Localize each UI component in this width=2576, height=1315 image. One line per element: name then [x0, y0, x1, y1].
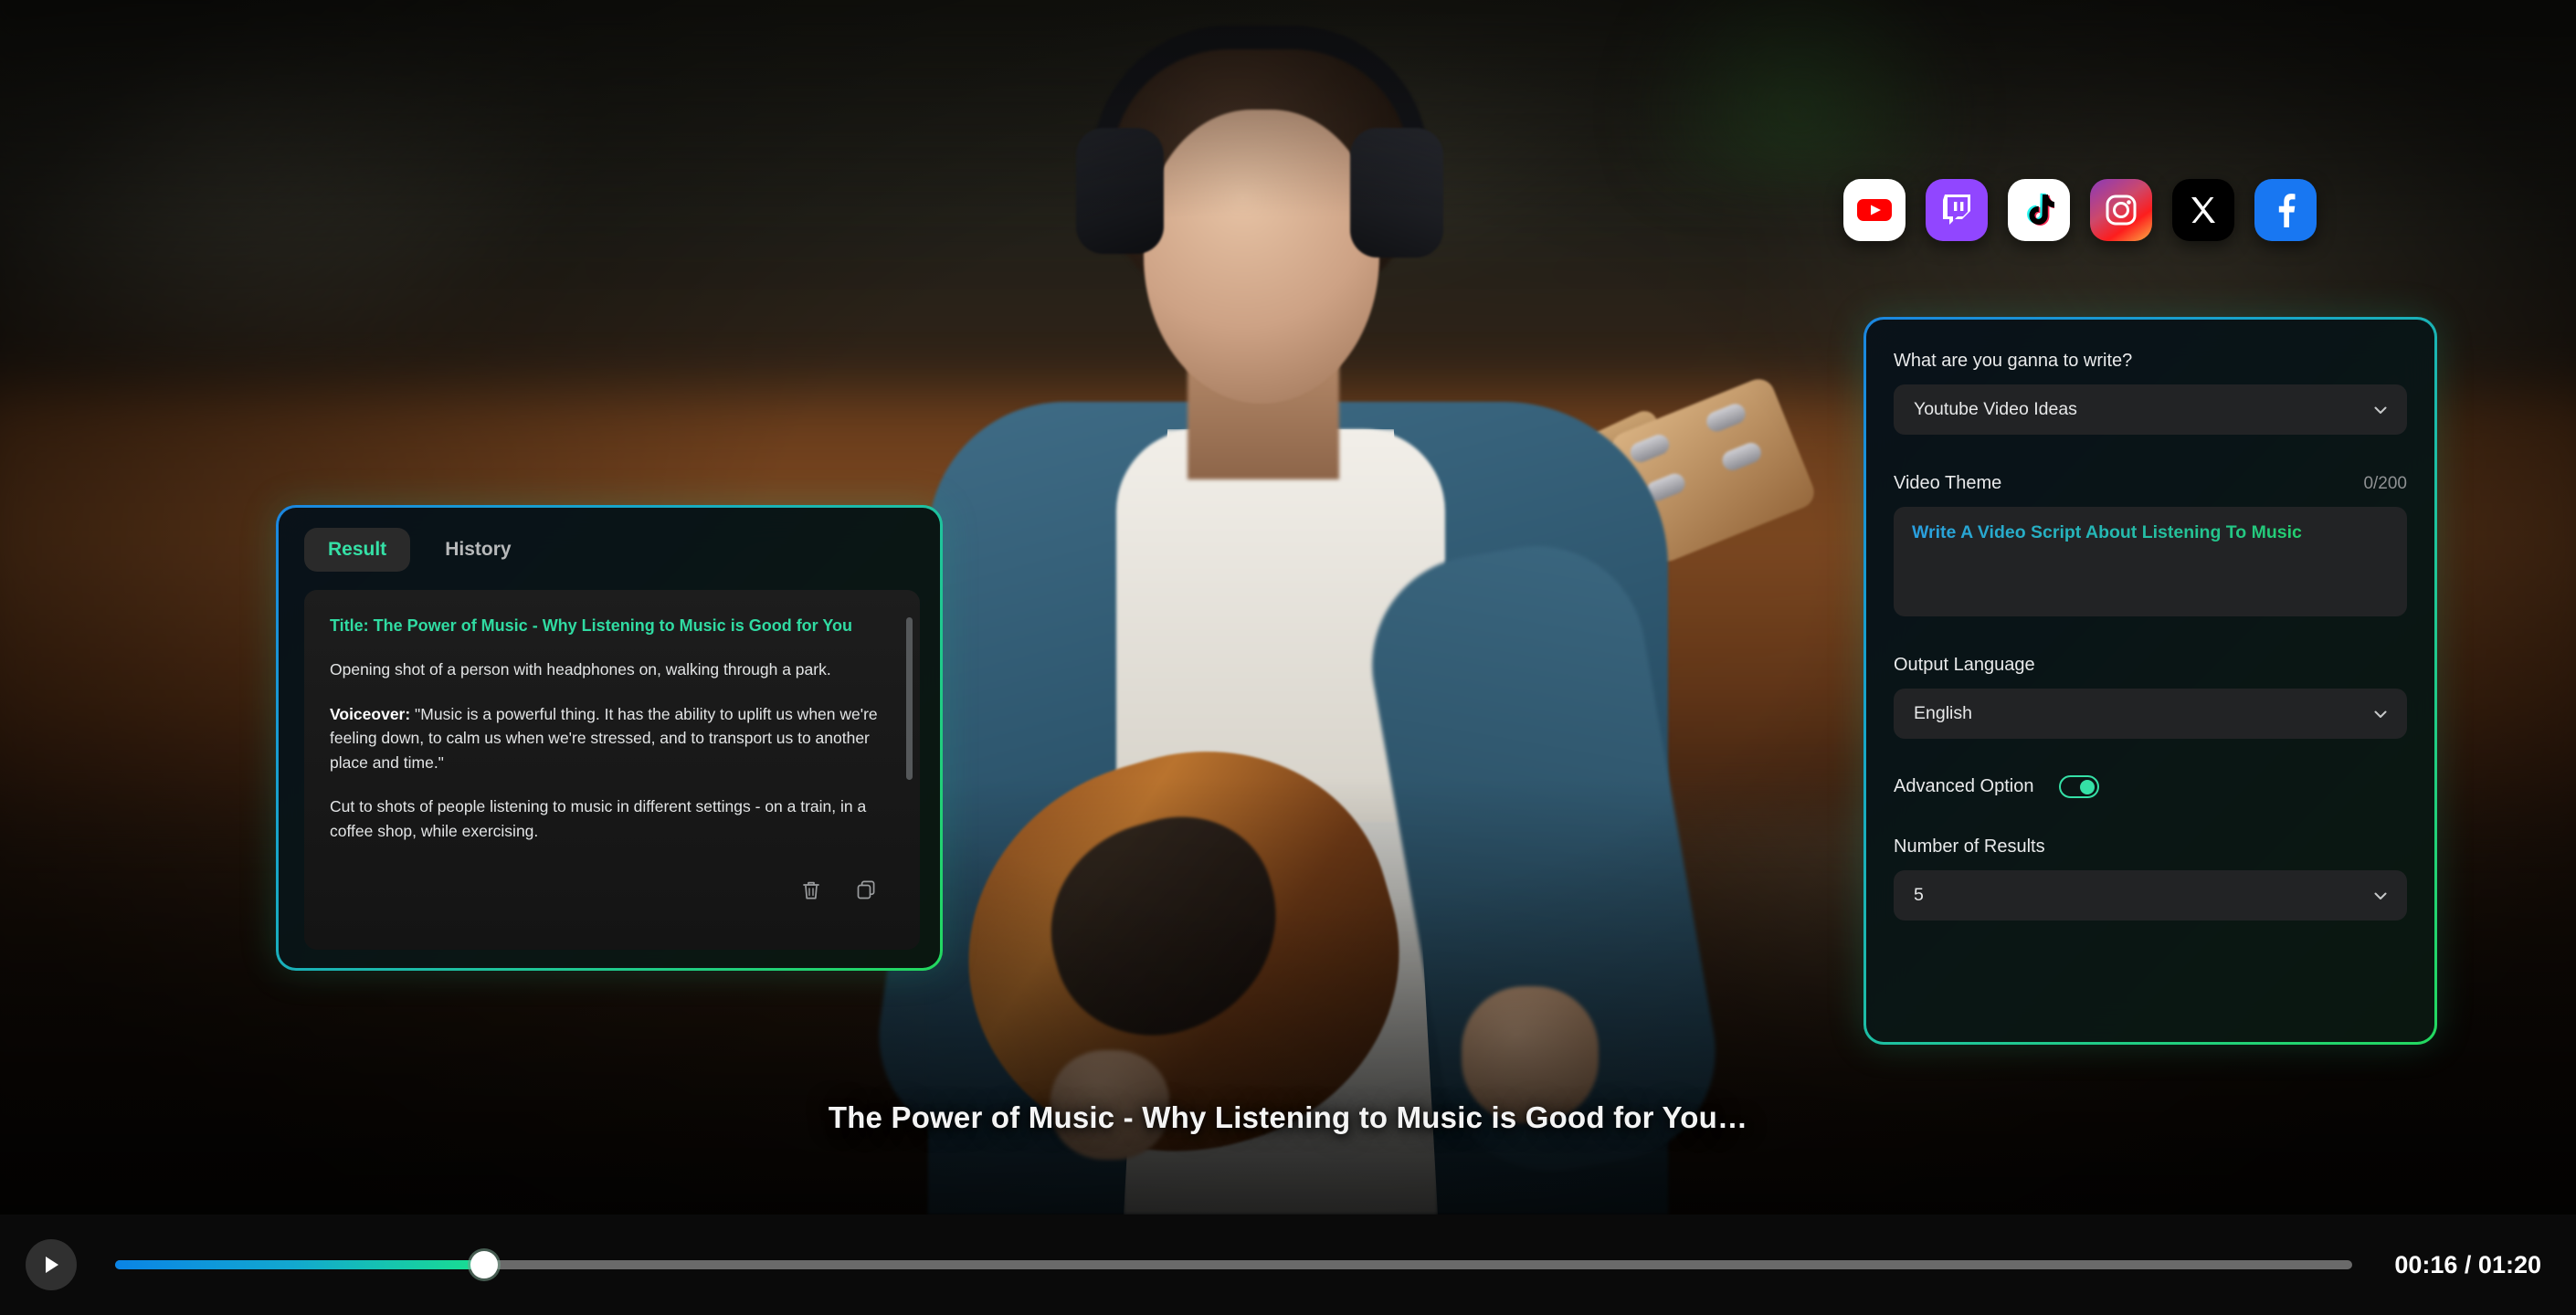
video-theme-label: Video Theme: [1894, 473, 2002, 493]
chevron-down-icon: [2372, 888, 2389, 904]
voiceover-text: "Music is a powerful thing. It has the a…: [330, 704, 878, 772]
facebook-icon[interactable]: [2254, 179, 2317, 241]
video-theme-counter: 0/200: [2363, 474, 2407, 493]
tiktok-icon[interactable]: [2008, 179, 2070, 241]
form-body: What are you ganna to write? Youtube Vid…: [1866, 320, 2434, 1042]
play-button[interactable]: [26, 1239, 77, 1290]
video-time-display: 00:16 / 01:20: [2394, 1250, 2541, 1278]
result-tabs: Result History: [304, 528, 535, 572]
result-title: Title: The Power of Music - Why Listenin…: [330, 616, 853, 635]
social-platform-row: [1843, 179, 2317, 241]
video-progress-thumb[interactable]: [470, 1251, 499, 1278]
instagram-icon[interactable]: [2090, 179, 2152, 241]
video-player-controls: 00:16 / 01:20: [0, 1215, 2576, 1315]
write-type-value: Youtube Video Ideas: [1914, 399, 2077, 419]
copy-icon[interactable]: [854, 878, 878, 902]
output-language-value: English: [1914, 703, 1972, 723]
youtube-icon[interactable]: [1843, 179, 1906, 241]
result-paragraph-cut: Cut to shots of people listening to musi…: [330, 797, 867, 841]
video-theme-input[interactable]: Write A Video Script About Listening To …: [1894, 507, 2407, 616]
result-scrollbar[interactable]: [906, 617, 913, 780]
write-type-select[interactable]: Youtube Video Ideas: [1894, 384, 2407, 435]
video-progress-track[interactable]: [115, 1251, 2353, 1278]
advanced-option-toggle[interactable]: [2059, 775, 2100, 798]
toggle-knob: [2080, 779, 2096, 794]
form-panel-inner: What are you ganna to write? Youtube Vid…: [1866, 320, 2434, 1042]
video-theme-value: Write A Video Script About Listening To …: [1912, 522, 2302, 542]
voiceover-label: Voiceover:: [330, 704, 411, 723]
video-progress-fill: [115, 1260, 485, 1269]
x-twitter-icon[interactable]: [2172, 179, 2234, 241]
result-panel-inner: Result History Title: The Power of Music…: [279, 508, 940, 968]
output-language-select[interactable]: English: [1894, 689, 2407, 739]
chevron-down-icon: [2372, 402, 2389, 418]
twitch-icon[interactable]: [1926, 179, 1988, 241]
number-of-results-value: 5: [1914, 885, 1924, 905]
tab-result[interactable]: Result: [304, 528, 411, 572]
tab-history[interactable]: History: [421, 528, 534, 572]
video-caption: The Power of Music - Why Listening to Mu…: [828, 1100, 1748, 1134]
number-of-results-label: Number of Results: [1894, 836, 2045, 857]
chevron-down-icon: [2372, 706, 2389, 722]
result-paragraph-voiceover: Voiceover: "Music is a powerful thing. I…: [330, 702, 883, 775]
result-action-bar: [799, 878, 878, 902]
video-theme-header: Video Theme 0/200: [1894, 473, 2407, 494]
result-content-box[interactable]: Title: The Power of Music - Why Listenin…: [304, 590, 920, 950]
advanced-option-label: Advanced Option: [1894, 776, 2034, 796]
delete-icon[interactable]: [799, 878, 823, 902]
number-of-results-select[interactable]: 5: [1894, 870, 2407, 920]
output-language-label: Output Language: [1894, 655, 2035, 675]
write-type-label: What are you ganna to write?: [1894, 351, 2133, 371]
result-paragraph-opening: Opening shot of a person with headphones…: [330, 660, 831, 679]
generator-form-panel: What are you ganna to write? Youtube Vid…: [1863, 317, 2437, 1045]
app-root: The Power of Music - Why Listening to Mu…: [0, 0, 2576, 1315]
advanced-option-row: Advanced Option: [1894, 775, 2407, 798]
result-panel: Result History Title: The Power of Music…: [276, 505, 943, 971]
